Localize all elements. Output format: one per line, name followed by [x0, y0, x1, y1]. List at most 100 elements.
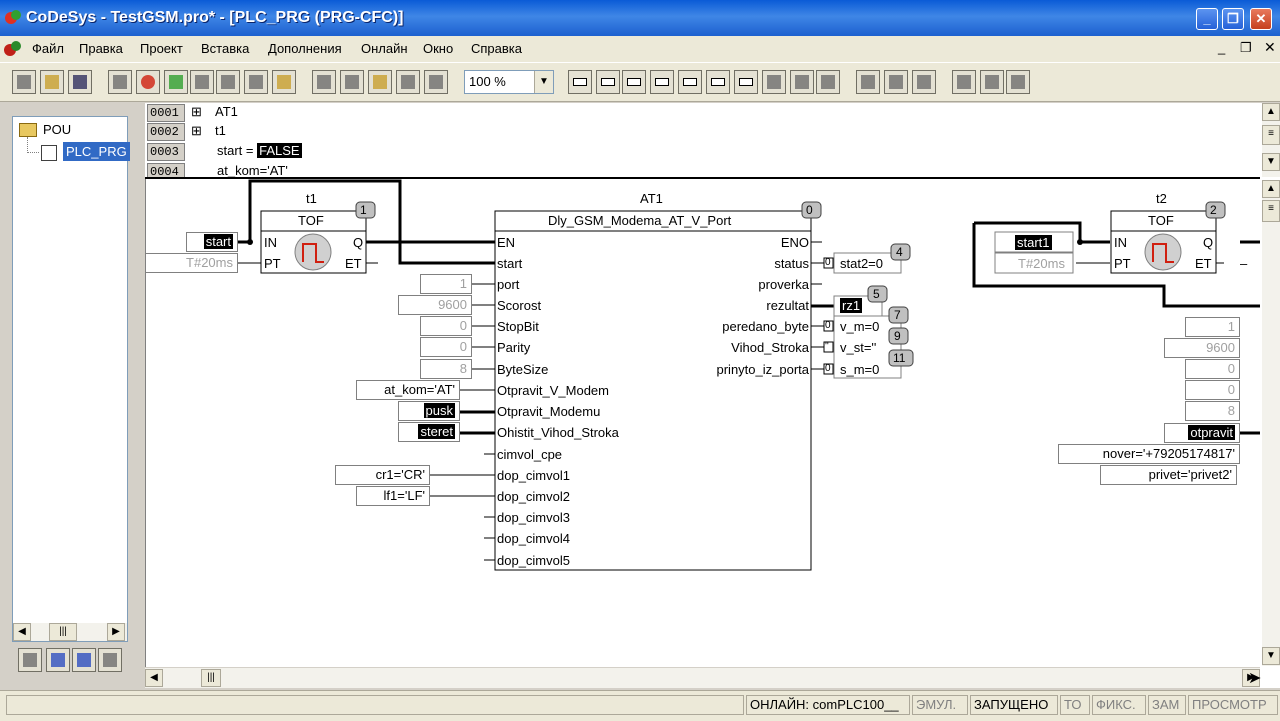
pin-port: port [497, 277, 520, 292]
pin-stopbit: StopBit [497, 319, 539, 334]
scroll-left-icon[interactable]: ◀ [145, 669, 163, 687]
input-lf1[interactable]: lf1='LF' [356, 486, 430, 506]
scroll-down-icon[interactable]: ▼ [1262, 647, 1280, 665]
input-stopbit[interactable]: 0 [420, 316, 472, 336]
at1-order: 0 [806, 203, 813, 217]
output-rz1: rz1 [840, 298, 863, 313]
pin-dop-cimvol1: dop_cimvol1 [497, 468, 570, 483]
pin-eno: ENO [780, 235, 809, 250]
mouse-cursor-icon: ➤ [1248, 670, 1262, 687]
negate-marker: 0 [825, 257, 831, 268]
pin-prinyto: prinyto_iz_porta [716, 362, 810, 377]
input-start[interactable]: start [186, 232, 238, 252]
pin-scorost: Scorost [497, 298, 542, 313]
input-port[interactable]: 1 [420, 274, 472, 294]
at1-instance-name: AT1 [640, 191, 663, 206]
input-bytesize[interactable]: 8 [420, 359, 472, 379]
input-pt-t1[interactable]: T#20ms [145, 253, 238, 273]
status-message [6, 695, 744, 715]
pin-vihod-stroka: Vihod_Stroka [731, 340, 809, 355]
input-pusk-label: pusk [423, 403, 455, 418]
status-bar: ОНЛАЙН: comPLC100__ ЭМУЛ. ЗАПУЩЕНО ТО ФИ… [0, 690, 1280, 721]
s-m-order: 11 [893, 351, 906, 365]
input-start-label: start [203, 234, 233, 249]
status-emul: ЭМУЛ. [912, 695, 968, 715]
output-s-m: s_m=0 [840, 362, 880, 377]
input-pt-t2[interactable]: T#20ms [1018, 256, 1065, 271]
pin-parity: Parity [497, 340, 531, 355]
canvas-vscroll[interactable]: ▲ ≡ ▼ [1262, 180, 1280, 666]
right-input-0b[interactable]: 0 [1185, 380, 1240, 400]
input-parity[interactable]: 0 [420, 337, 472, 357]
t2-et-output: – [1240, 256, 1248, 271]
pin-rezultat: rezultat [766, 298, 809, 313]
t2-order: 2 [1210, 203, 1217, 217]
scroll-thumb[interactable]: ≡ [1262, 200, 1280, 222]
negate-marker: 0 [825, 320, 831, 331]
right-input-9600[interactable]: 9600 [1164, 338, 1240, 358]
negate-marker: '' [825, 341, 829, 352]
right-input-0a[interactable]: 0 [1185, 359, 1240, 379]
input-cr1[interactable]: cr1='CR' [335, 465, 430, 485]
rz1-order: 5 [873, 287, 880, 301]
v-m-order: 7 [894, 308, 901, 322]
status-online: ОНЛАЙН: comPLC100__ [746, 695, 910, 715]
pin-status: status [774, 256, 809, 271]
output-v-st: v_st='' [840, 340, 877, 355]
pin-start: start [497, 256, 523, 271]
right-input-privet[interactable]: privet='privet2' [1100, 465, 1237, 485]
t2-pin-in: IN [1114, 235, 1127, 250]
pin-proverka: proverka [758, 277, 809, 292]
input-at-kom[interactable]: at_kom='AT' [356, 380, 460, 400]
input-start1-label: start1 [1015, 235, 1052, 250]
t2-pin-q: Q [1203, 235, 1214, 250]
pin-ohistit: Ohistit_Vihod_Stroka [497, 425, 619, 440]
input-scorost[interactable]: 9600 [398, 295, 472, 315]
t1-pin-q: Q [353, 235, 364, 250]
canvas-hscroll[interactable]: ◀ ||| ▶ [145, 667, 1260, 688]
right-input-otpravit[interactable]: otpravit [1164, 423, 1240, 443]
output-stat2: stat2=0 [840, 256, 884, 271]
input-steret-label: steret [418, 424, 455, 439]
stat2-order: 4 [896, 245, 903, 259]
t2-instance-name: t2 [1156, 191, 1167, 206]
pin-cimvol-cpe: cimvol_cpe [497, 447, 563, 462]
pin-dop-cimvol4: dop_cimvol4 [497, 531, 570, 546]
right-input-8[interactable]: 8 [1185, 401, 1240, 421]
t1-pin-in: IN [264, 235, 277, 250]
pin-otpravit-v-modem: Otpravit_V_Modem [497, 383, 609, 398]
t1-pin-et: ET [345, 256, 362, 271]
timer-icon [294, 233, 332, 271]
pin-dop-cimvol3: dop_cimvol3 [497, 510, 570, 525]
t2-pin-pt: PT [1114, 256, 1131, 271]
status-fix: ФИКС. [1092, 695, 1146, 715]
wire-junction [1077, 239, 1083, 245]
pin-en: EN [497, 235, 516, 250]
t1-type: TOF [298, 213, 324, 228]
t1-pin-pt: PT [264, 256, 281, 271]
v-st-order: 9 [894, 329, 901, 343]
pin-bytesize: ByteSize [497, 362, 549, 377]
input-steret[interactable]: steret [398, 422, 460, 442]
pin-dop-cimvol2: dop_cimvol2 [497, 489, 570, 504]
t2-type: TOF [1148, 213, 1174, 228]
timer-icon [1144, 233, 1182, 271]
scroll-up-icon[interactable]: ▲ [1262, 180, 1280, 198]
pin-peredano-byte: peredano_byte [722, 319, 809, 334]
cfc-canvas [238, 179, 1260, 571]
t1-instance-name: t1 [306, 191, 317, 206]
input-start1[interactable]: start1 [1015, 235, 1052, 250]
status-to: ТО [1060, 695, 1090, 715]
pin-otpravit-modemu: Otpravit_Modemu [497, 404, 601, 419]
status-view: ПРОСМОТР [1188, 695, 1278, 715]
input-pusk[interactable]: pusk [398, 401, 460, 421]
scroll-thumb[interactable]: ||| [201, 669, 221, 687]
at1-type: Dly_GSM_Modema_AT_V_Port [548, 213, 732, 228]
status-running: ЗАПУЩЕНО [970, 695, 1058, 715]
wire-junction [247, 239, 253, 245]
right-input-1[interactable]: 1 [1185, 317, 1240, 337]
right-input-nover[interactable]: nover='+79205174817' [1058, 444, 1240, 464]
output-rz1-label: rz1 [840, 298, 863, 313]
pin-dop-cimvol5: dop_cimvol5 [497, 553, 570, 568]
status-zam: ЗАМ [1148, 695, 1186, 715]
